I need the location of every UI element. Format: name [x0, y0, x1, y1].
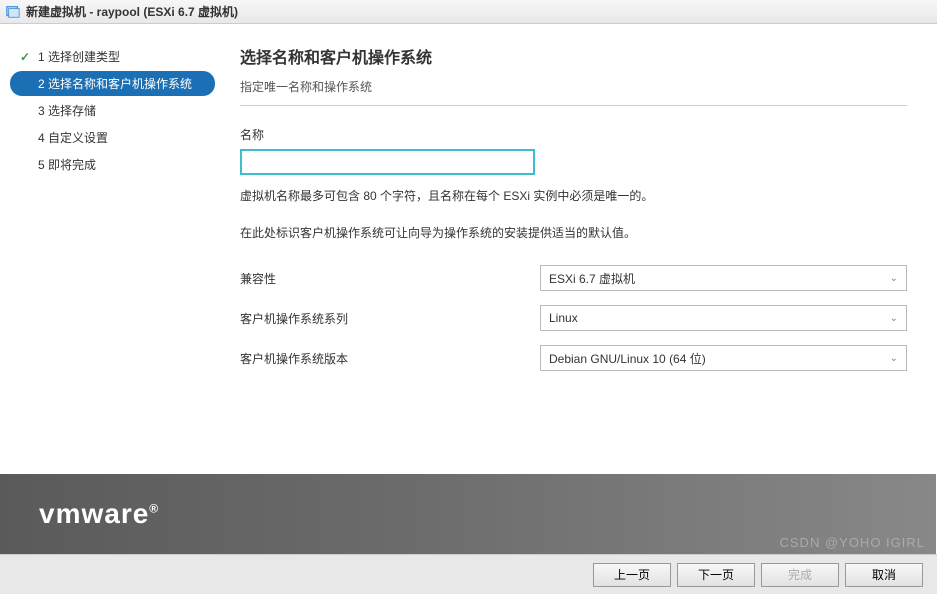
- os-hint: 在此处标识客户机操作系统可让向导为操作系统的安装提供适当的默认值。: [240, 224, 907, 243]
- vm-name-input[interactable]: [240, 149, 535, 175]
- step-1[interactable]: ✓ 1 选择创建类型: [10, 44, 215, 69]
- step-label: 4 自定义设置: [38, 129, 108, 146]
- logo-band: vmware®: [0, 474, 936, 554]
- name-hint: 虚拟机名称最多可包含 80 个字符，且名称在每个 ESXi 实例中必须是唯一的。: [240, 187, 907, 206]
- step-label: 5 即将完成: [38, 156, 96, 173]
- chevron-down-icon: ⌄: [890, 313, 898, 324]
- select-value: Debian GNU/Linux 10 (64 位): [549, 350, 706, 367]
- step-4[interactable]: 4 自定义设置: [10, 125, 215, 150]
- compatibility-label: 兼容性: [240, 270, 540, 287]
- name-label: 名称: [240, 126, 907, 143]
- divider: [240, 105, 907, 106]
- vm-icon: [6, 5, 20, 19]
- os-version-label: 客户机操作系统版本: [240, 350, 540, 367]
- chevron-down-icon: ⌄: [890, 353, 898, 364]
- step-3[interactable]: 3 选择存储: [10, 98, 215, 123]
- next-button[interactable]: 下一页: [677, 563, 755, 587]
- row-compatibility: 兼容性 ESXi 6.7 虚拟机 ⌄: [240, 265, 907, 291]
- select-value: Linux: [549, 311, 578, 325]
- page-heading: 选择名称和客户机操作系统: [240, 44, 907, 68]
- compatibility-select[interactable]: ESXi 6.7 虚拟机 ⌄: [540, 265, 907, 291]
- footer-buttons: 上一页 下一页 完成 取消: [0, 554, 937, 594]
- step-label: 2 选择名称和客户机操作系统: [38, 75, 192, 92]
- select-value: ESXi 6.7 虚拟机: [549, 270, 635, 287]
- os-version-select[interactable]: Debian GNU/Linux 10 (64 位) ⌄: [540, 345, 907, 371]
- os-family-label: 客户机操作系统系列: [240, 310, 540, 327]
- step-label: 1 选择创建类型: [38, 48, 120, 65]
- step-2[interactable]: 2 选择名称和客户机操作系统: [10, 71, 215, 96]
- finish-button: 完成: [761, 563, 839, 587]
- step-label: 3 选择存储: [38, 102, 96, 119]
- titlebar: 新建虚拟机 - raypool (ESXi 6.7 虚拟机): [0, 0, 937, 24]
- check-icon: ✓: [20, 50, 34, 64]
- vmware-logo: vmware®: [39, 498, 159, 530]
- window-title: 新建虚拟机 - raypool (ESXi 6.7 虚拟机): [26, 3, 238, 20]
- back-button[interactable]: 上一页: [593, 563, 671, 587]
- os-family-select[interactable]: Linux ⌄: [540, 305, 907, 331]
- step-5[interactable]: 5 即将完成: [10, 152, 215, 177]
- cancel-button[interactable]: 取消: [845, 563, 923, 587]
- chevron-down-icon: ⌄: [890, 273, 898, 284]
- row-os-family: 客户机操作系统系列 Linux ⌄: [240, 305, 907, 331]
- page-subtitle: 指定唯一名称和操作系统: [240, 78, 907, 95]
- row-os-version: 客户机操作系统版本 Debian GNU/Linux 10 (64 位) ⌄: [240, 345, 907, 371]
